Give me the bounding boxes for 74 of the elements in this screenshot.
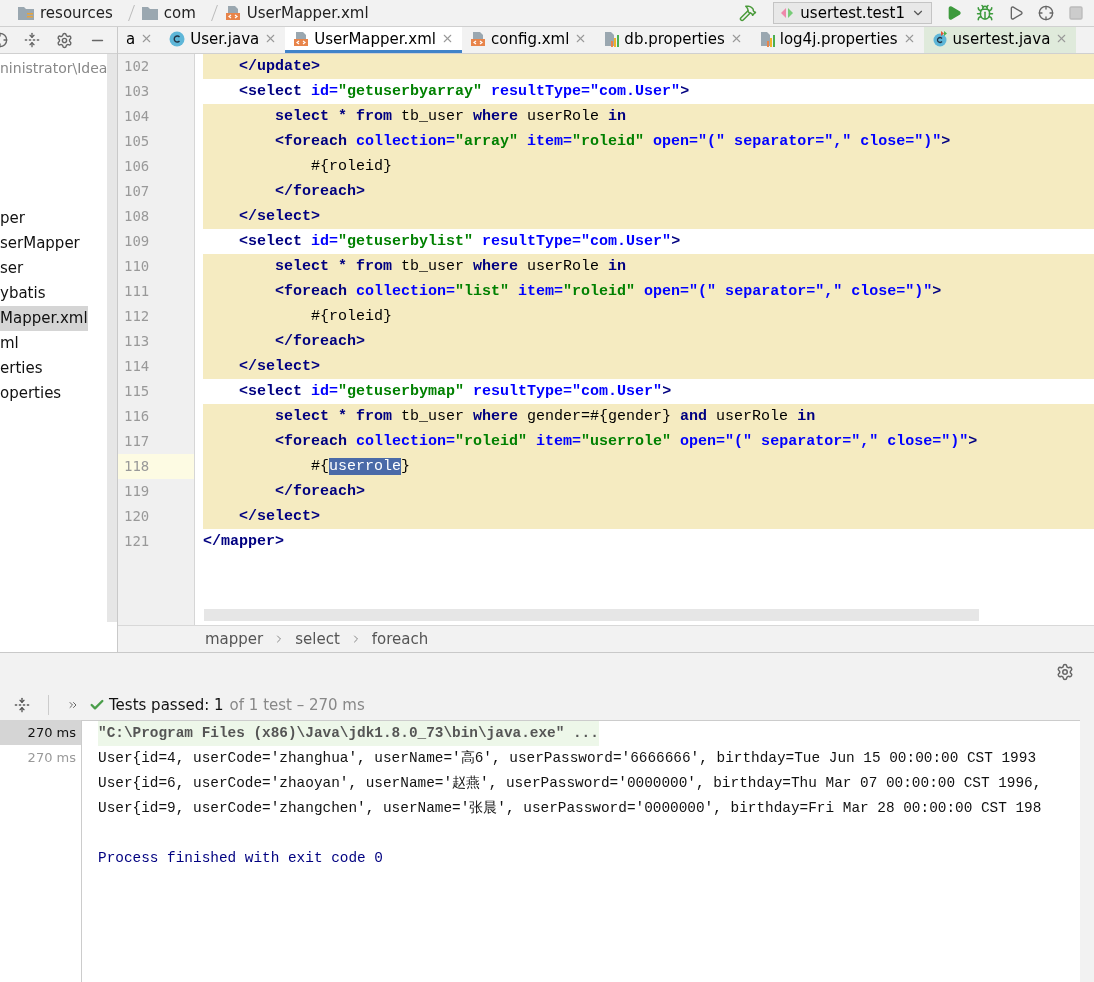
xml-file-icon [224, 5, 241, 21]
settings-icon[interactable] [56, 31, 73, 49]
editor-tab[interactable]: log4j.properties [750, 27, 924, 53]
editor-tab[interactable]: User.java [161, 27, 286, 53]
project-path[interactable]: ninistrator\Idea [0, 56, 108, 81]
console-output-line: User{id=6, userCode='zhaoyan', userName='赵燕', userPassword='0000000', birthday=Thu Mar 07 00:00:00 CST 1996, [98, 774, 1042, 793]
breadcrumb-item[interactable]: resources [18, 4, 113, 22]
breadcrumb-item[interactable]: com [141, 4, 196, 22]
tree-item[interactable]: per [0, 206, 25, 231]
vertical-scrollbar[interactable] [107, 54, 117, 622]
coverage-icon[interactable] [1008, 5, 1024, 21]
bug-icon[interactable] [976, 4, 994, 22]
line-number: 121 [123, 532, 151, 551]
console-output-line: User{id=4, userCode='zhanghua', userName='高6', userPassword='6666666', birthday=Tue Jun 15 00:00:00 CST 1993 [98, 749, 1037, 768]
collapse-icon[interactable] [14, 697, 30, 713]
run-icon[interactable] [946, 5, 962, 21]
line-number: 114 [123, 357, 151, 376]
line-number: 102 [123, 57, 151, 76]
run-configuration-dropdown[interactable]: usertest.test1 [773, 2, 932, 24]
tree-item[interactable]: erties [0, 356, 43, 381]
editor-tab[interactable]: usertest.java [923, 27, 1077, 53]
tree-item[interactable]: operties [0, 381, 62, 406]
folder-icon [141, 6, 158, 20]
console-output-line: User{id=9, userCode='zhangchen', userName='张晨', userPassword='0000000', birthday=Fri Mar 28 00:00:00 CST 198 [98, 799, 1042, 818]
structure-path-item[interactable]: select [295, 630, 340, 648]
line-number: 120 [123, 507, 151, 526]
line-number: 115 [123, 382, 151, 401]
line-number: 110 [123, 257, 151, 276]
chevrons-icon[interactable] [67, 699, 79, 711]
line-number: 103 [123, 82, 151, 101]
hammer-icon[interactable] [739, 4, 758, 22]
line-number: 118 [118, 454, 194, 479]
tests-status: Tests passed: 1 [109, 696, 224, 714]
line-number: 105 [123, 132, 151, 151]
tree-item[interactable]: ml [0, 331, 19, 356]
xml-file-icon [470, 30, 487, 47]
test-duration[interactable]: 270 ms [0, 720, 81, 745]
tree-item[interactable]: serMapper [0, 231, 80, 256]
resources-folder-icon [18, 6, 34, 20]
editor-tab[interactable]: config.xml [462, 27, 596, 53]
line-number: 117 [123, 432, 151, 451]
properties-file-icon [603, 30, 620, 47]
line-number: 104 [123, 107, 151, 126]
line-number: 109 [123, 232, 151, 251]
horizontal-scrollbar[interactable] [204, 609, 979, 621]
breadcrumb-item[interactable]: UserMapper.xml [224, 4, 369, 22]
line-number: 113 [123, 332, 151, 351]
line-number: 106 [123, 157, 151, 176]
tree-item[interactable]: ybatis [0, 281, 46, 306]
properties-file-icon [758, 30, 775, 47]
line-number: 111 [123, 282, 151, 301]
line-number: 108 [123, 207, 151, 226]
line-number: 116 [123, 407, 151, 426]
collapse-icon[interactable] [24, 32, 40, 48]
structure-path-item[interactable]: mapper [205, 630, 264, 648]
tree-item[interactable]: ser [0, 256, 24, 281]
editor-tab[interactable]: db.properties [595, 27, 751, 53]
editor-tab[interactable]: UserMapper.xml [285, 27, 463, 53]
line-number: 112 [123, 307, 151, 326]
profiler-icon[interactable] [1038, 5, 1054, 21]
console-exit-line: Process finished with exit code 0 [98, 849, 383, 868]
tests-summary: of 1 test – 270 ms [229, 696, 365, 714]
stop-icon[interactable] [1068, 5, 1084, 21]
editor-tab[interactable]: a [118, 27, 162, 53]
test-config-icon [780, 6, 795, 20]
line-number: 107 [123, 182, 151, 201]
class-icon [169, 30, 186, 47]
settings-icon[interactable] [1056, 662, 1074, 681]
test-class-icon [931, 30, 948, 47]
line-number: 119 [123, 482, 151, 501]
xml-file-icon [293, 30, 310, 47]
structure-path-item[interactable]: foreach [371, 630, 429, 648]
console-command: "C:\Program Files (x86)\Java\jdk1.8.0_73\bin\java.exe" ... [98, 721, 599, 746]
tree-item[interactable]: Mapper.xml [0, 306, 88, 331]
